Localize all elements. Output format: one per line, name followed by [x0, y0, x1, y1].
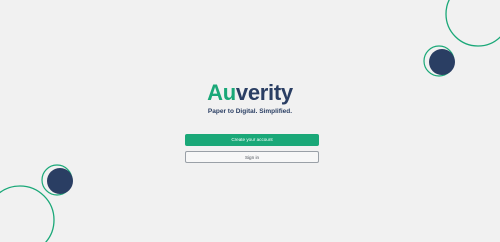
brand-logo-rest: verity: [235, 80, 293, 105]
circle-outline-icon: [445, 0, 500, 47]
brand-logo-accent: Au: [207, 80, 236, 105]
filled-circle-icon: [47, 168, 73, 194]
brand-logo: Auverity: [0, 80, 500, 106]
circle-outline-icon: [0, 185, 55, 242]
brand-tagline: Paper to Digital. Simplified.: [207, 108, 293, 115]
landing-page: Auverity Paper to Digital. Simplified. C…: [0, 0, 500, 242]
decorative-circles: [0, 0, 500, 242]
create-account-button[interactable]: Create your account: [185, 134, 319, 146]
sign-in-button[interactable]: Sign in: [185, 151, 319, 163]
filled-circle-icon: [429, 49, 455, 75]
